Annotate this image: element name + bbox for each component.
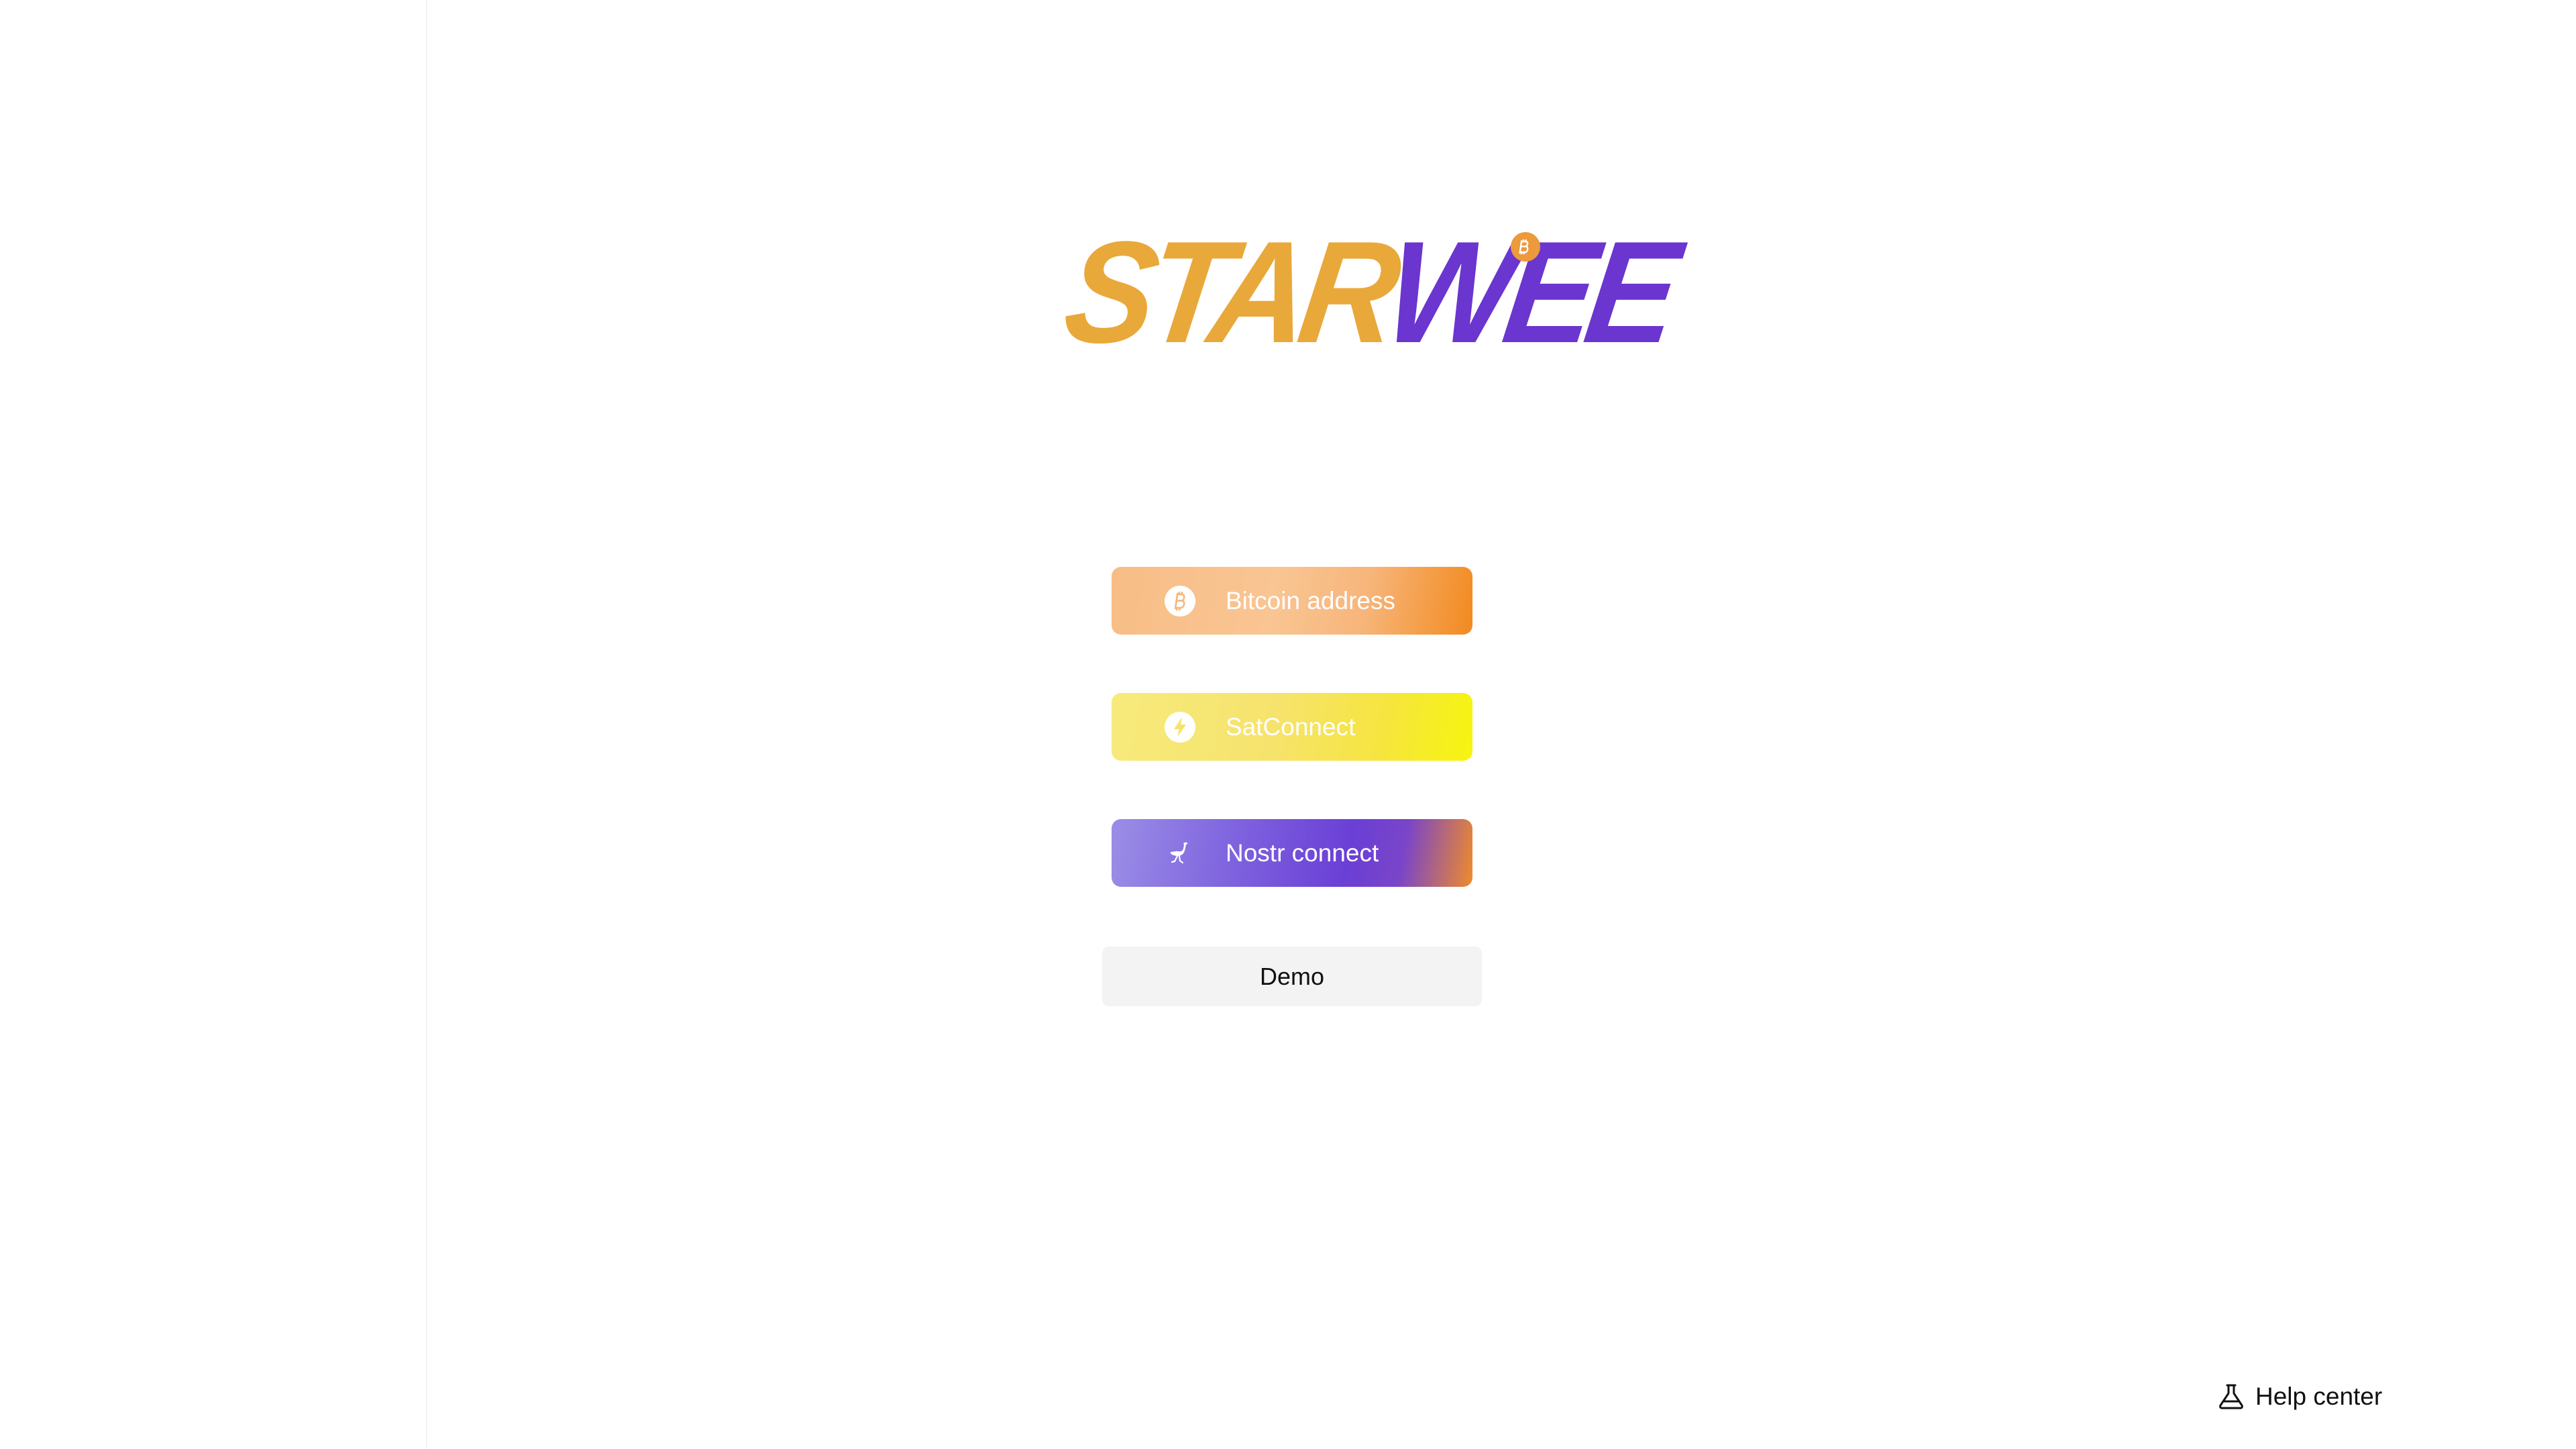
bitcoin-icon (1511, 232, 1540, 262)
logo-part-star: STAR (1056, 211, 1399, 374)
help-center-label: Help center (2255, 1383, 2383, 1410)
logo-wordmark: STARWEE (1056, 212, 1680, 374)
ostrich-icon (1164, 837, 1196, 869)
login-page: STARWEE Bitcoin address SatConnect Nostr… (0, 0, 2576, 1449)
starwee-logo: STARWEE (1056, 212, 1680, 374)
bitcoin-icon (1164, 585, 1196, 617)
nostr-connect-label: Nostr connect (1226, 839, 1379, 867)
left-sidebar-panel (0, 0, 427, 1449)
bitcoin-address-label: Bitcoin address (1226, 586, 1395, 614)
flask-icon (2215, 1381, 2247, 1413)
satconnect-label: SatConnect (1226, 712, 1356, 741)
satconnect-button[interactable]: SatConnect (1112, 693, 1472, 761)
help-center-link[interactable]: Help center (2215, 1379, 2382, 1414)
demo-button[interactable]: Demo (1102, 947, 1482, 1006)
bitcoin-address-button[interactable]: Bitcoin address (1112, 567, 1472, 635)
nostr-connect-button[interactable]: Nostr connect (1112, 819, 1472, 887)
lightning-icon (1164, 711, 1196, 743)
